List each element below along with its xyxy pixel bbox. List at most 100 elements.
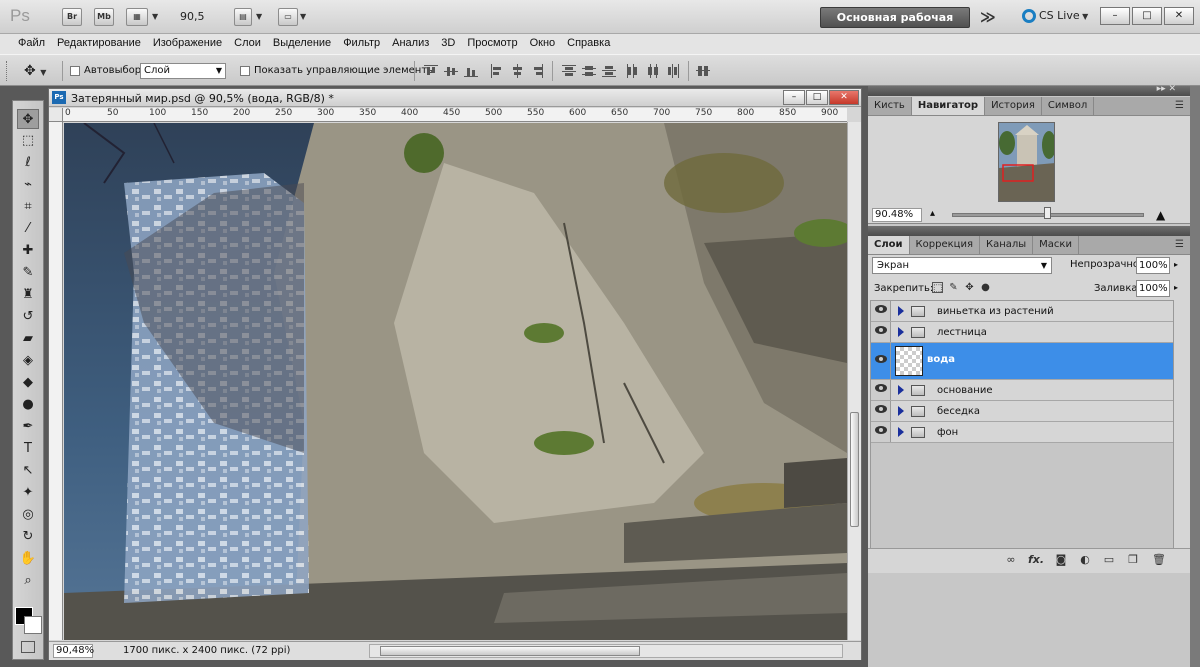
menu-filter[interactable]: Фильтр bbox=[337, 34, 386, 54]
options-grip[interactable] bbox=[6, 61, 9, 81]
zoom-out-icon[interactable]: ▴ bbox=[930, 208, 935, 219]
zoom-level[interactable]: 90,5 bbox=[180, 10, 205, 23]
tab-channels[interactable]: Каналы bbox=[980, 236, 1034, 254]
blend-mode-dropdown[interactable]: Экран ▼ bbox=[872, 257, 1052, 274]
align-left-icon[interactable] bbox=[490, 64, 504, 78]
maximize-button[interactable]: □ bbox=[1132, 7, 1162, 25]
chevron-down-icon[interactable]: ▼ bbox=[300, 12, 306, 21]
zoom-in-icon[interactable]: ▲ bbox=[1156, 208, 1165, 222]
navigator-zoom-knob[interactable] bbox=[1044, 207, 1051, 219]
layers-panel-menu-icon[interactable]: ☰ bbox=[1175, 239, 1184, 250]
minimize-button[interactable]: – bbox=[1100, 7, 1130, 25]
visibility-toggle[interactable] bbox=[871, 301, 891, 321]
more-workspaces-icon[interactable]: ≫ bbox=[980, 8, 996, 26]
marquee-tool-icon[interactable]: ⬚ bbox=[17, 131, 39, 151]
menu-view[interactable]: Просмотр bbox=[461, 34, 523, 54]
status-zoom-field[interactable]: 90,48% bbox=[53, 644, 94, 658]
3d-rotate-tool-icon[interactable]: ◎ bbox=[17, 505, 39, 525]
menu-select[interactable]: Выделение bbox=[267, 34, 337, 54]
layer-row[interactable]: основание bbox=[871, 380, 1173, 401]
expand-group-icon[interactable] bbox=[898, 427, 904, 437]
expand-group-icon[interactable] bbox=[898, 406, 904, 416]
type-tool-icon[interactable]: T bbox=[17, 439, 39, 459]
visibility-toggle[interactable] bbox=[871, 322, 891, 342]
workspace-button[interactable]: Основная рабочая среда bbox=[820, 7, 970, 43]
fx-icon[interactable]: fx. bbox=[1028, 553, 1044, 566]
visibility-toggle[interactable] bbox=[871, 343, 891, 379]
eyedropper-tool-icon[interactable]: ⁄ bbox=[17, 219, 39, 239]
menu-window[interactable]: Окно bbox=[524, 34, 562, 54]
layer-row[interactable]: лестница bbox=[871, 322, 1173, 343]
quick-mask-icon[interactable] bbox=[21, 641, 35, 653]
doc-minimize-button[interactable]: – bbox=[783, 90, 805, 105]
history-brush-tool-icon[interactable]: ↺ bbox=[17, 307, 39, 327]
horizontal-ruler[interactable]: 0 50 100 150 200 250 300 350 400 450 500 550 600 650 7… bbox=[63, 108, 847, 122]
lasso-tool-icon[interactable]: ℓ bbox=[17, 153, 39, 173]
align-hcenter-icon[interactable] bbox=[510, 64, 524, 78]
hand-tool-icon[interactable]: ✋ bbox=[17, 549, 39, 569]
align-right-icon[interactable] bbox=[530, 64, 544, 78]
expand-group-icon[interactable] bbox=[898, 327, 904, 337]
layer-row-selected[interactable]: вода bbox=[871, 343, 1173, 380]
menu-3d[interactable]: 3D bbox=[435, 34, 461, 54]
lock-all-icon[interactable]: ● bbox=[980, 282, 991, 293]
chevron-down-icon[interactable]: ▼ bbox=[256, 12, 262, 21]
vertical-scroll-thumb[interactable] bbox=[850, 412, 859, 527]
layer-row[interactable]: фон bbox=[871, 422, 1173, 443]
3d-orbit-tool-icon[interactable]: ↻ bbox=[17, 527, 39, 547]
close-button[interactable]: ✕ bbox=[1164, 7, 1194, 25]
clone-stamp-tool-icon[interactable]: ♜ bbox=[17, 285, 39, 305]
distribute-bottom-icon[interactable] bbox=[602, 64, 616, 78]
distribute-vcenter-icon[interactable] bbox=[582, 64, 596, 78]
status-document-info[interactable]: 1700 пикс. x 2400 пикс. (72 ppi) bbox=[123, 645, 290, 656]
zoom-tool-icon[interactable]: ⌕ bbox=[17, 571, 39, 591]
screen-mode-button[interactable]: ▭ bbox=[278, 8, 298, 26]
path-select-tool-icon[interactable]: ↖ bbox=[17, 461, 39, 481]
opacity-field[interactable]: 100% bbox=[1136, 257, 1170, 274]
layer-row[interactable]: беседка bbox=[871, 401, 1173, 422]
panel-header-strip-2[interactable] bbox=[868, 226, 1190, 236]
navigator-thumbnail[interactable] bbox=[998, 122, 1055, 202]
distribute-right-icon[interactable] bbox=[666, 64, 680, 78]
menu-layer[interactable]: Слои bbox=[228, 34, 267, 54]
horizontal-scroll-thumb[interactable] bbox=[380, 646, 640, 656]
trash-icon[interactable]: 🗑 bbox=[1152, 553, 1166, 566]
brush-tool-icon[interactable]: ✎ bbox=[17, 263, 39, 283]
image-canvas[interactable] bbox=[64, 123, 847, 640]
paint-bucket-tool-icon[interactable]: ◈ bbox=[17, 351, 39, 371]
opacity-dropdown-icon[interactable]: ▸ bbox=[1174, 260, 1178, 269]
menu-help[interactable]: Справка bbox=[561, 34, 616, 54]
distribute-left-icon[interactable] bbox=[626, 64, 640, 78]
blur-tool-icon[interactable]: ◆ bbox=[17, 373, 39, 393]
background-color-swatch[interactable] bbox=[24, 616, 42, 634]
distribute-top-icon[interactable] bbox=[562, 64, 576, 78]
collapse-panel-icon[interactable]: ▸▸ ✕ bbox=[1157, 84, 1176, 94]
visibility-toggle[interactable] bbox=[871, 380, 891, 400]
tab-navigator[interactable]: Навигатор bbox=[911, 97, 986, 115]
chevron-down-icon[interactable]: ▼ bbox=[152, 12, 158, 21]
expand-group-icon[interactable] bbox=[898, 306, 904, 316]
show-controls-checkbox[interactable] bbox=[240, 66, 250, 76]
visibility-toggle[interactable] bbox=[871, 422, 891, 442]
view-extras-button[interactable]: ▦ bbox=[126, 8, 148, 26]
quick-select-tool-icon[interactable]: ⌁ bbox=[17, 175, 39, 195]
cs-live-button[interactable]: CS Live ▼ bbox=[1022, 9, 1088, 23]
ruler-origin[interactable] bbox=[49, 108, 63, 122]
navigator-zoom-field[interactable]: 90.48% bbox=[872, 208, 922, 222]
panel-header-strip[interactable]: ▸▸ ✕ bbox=[868, 84, 1190, 96]
document-tab[interactable]: Ps Затерянный мир.psd @ 90,5% (вода, RGB… bbox=[49, 89, 861, 107]
fill-field[interactable]: 100% bbox=[1136, 280, 1170, 297]
shape-tool-icon[interactable]: ✦ bbox=[17, 483, 39, 503]
vertical-scrollbar[interactable] bbox=[847, 122, 861, 640]
tab-character[interactable]: Символ bbox=[1042, 97, 1095, 115]
menu-edit[interactable]: Редактирование bbox=[51, 34, 147, 54]
pen-tool-icon[interactable]: ✒ bbox=[17, 417, 39, 437]
lock-pixels-icon[interactable]: ✎ bbox=[948, 282, 959, 293]
align-vcenter-icon[interactable] bbox=[444, 64, 458, 78]
distribute-hcenter-icon[interactable] bbox=[646, 64, 660, 78]
layer-row[interactable]: виньетка из растений bbox=[871, 301, 1173, 322]
move-tool-icon[interactable]: ✥ bbox=[17, 109, 39, 129]
bridge-button[interactable]: Br bbox=[62, 8, 82, 26]
panel-menu-icon[interactable]: ☰ bbox=[1175, 100, 1184, 111]
doc-close-button[interactable]: ✕ bbox=[829, 90, 859, 105]
